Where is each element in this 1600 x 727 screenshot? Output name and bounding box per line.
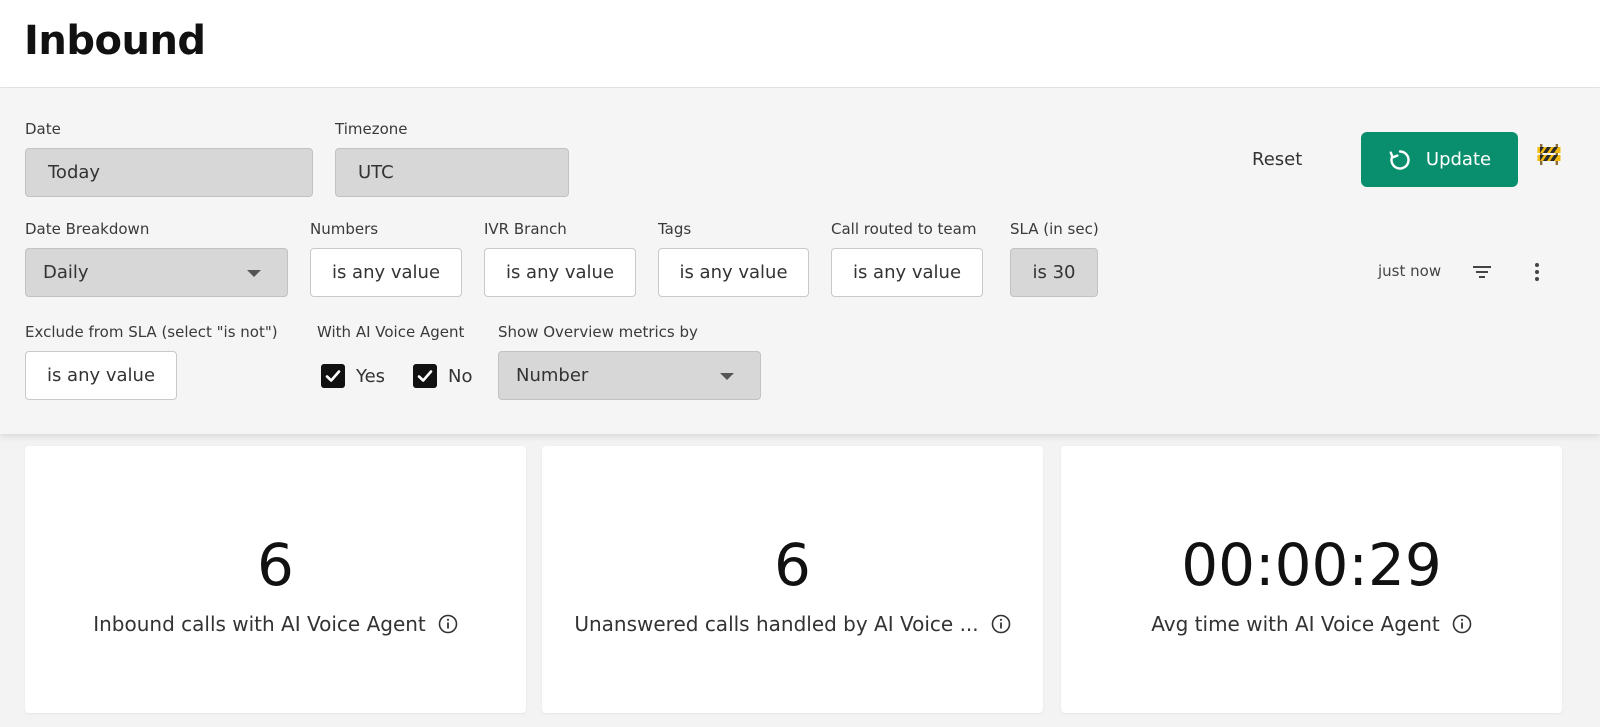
- metric-card-inbound-calls: 6 Inbound calls with AI Voice Agent: [25, 446, 526, 713]
- vertical-dots-icon[interactable]: [1525, 260, 1549, 284]
- metric-card-unanswered-calls: 6 Unanswered calls handled by AI Voice .…: [542, 446, 1043, 713]
- info-circle-icon[interactable]: [438, 614, 458, 634]
- last-updated-text: just now: [1378, 262, 1442, 280]
- refresh-icon: [1389, 149, 1410, 170]
- ai-voice-agent-label: With AI Voice Agent: [317, 323, 465, 341]
- date-breakdown-value: Daily: [43, 262, 89, 283]
- exclude-sla-filter[interactable]: is any value: [25, 351, 177, 400]
- ivr-branch-filter[interactable]: is any value: [484, 248, 636, 297]
- caret-down-icon: [720, 372, 734, 380]
- metric-label: Inbound calls with AI Voice Agent: [93, 612, 426, 636]
- metric-value: 00:00:29: [1181, 531, 1442, 599]
- tags-filter[interactable]: is any value: [658, 248, 809, 297]
- page-header: Inbound: [0, 0, 1600, 88]
- call-routed-filter[interactable]: is any value: [831, 248, 983, 297]
- update-label: Update: [1425, 149, 1492, 170]
- info-circle-icon[interactable]: [1452, 614, 1472, 634]
- filter-lines-icon[interactable]: [1470, 260, 1494, 284]
- numbers-filter[interactable]: is any value: [310, 248, 462, 297]
- metric-value: 6: [257, 531, 294, 599]
- ivr-branch-label: IVR Branch: [484, 220, 567, 238]
- call-routed-label: Call routed to team: [831, 220, 977, 238]
- date-select[interactable]: Today: [25, 148, 313, 197]
- tags-label: Tags: [658, 220, 692, 238]
- ai-voice-agent-yes-label: Yes: [356, 365, 386, 387]
- exclude-sla-label: Exclude from SLA (select "is not"): [25, 323, 278, 341]
- timezone-label: Timezone: [335, 120, 408, 138]
- ai-voice-agent-no-checkbox[interactable]: No: [413, 364, 472, 388]
- checkmark-icon: [321, 364, 345, 388]
- info-circle-icon[interactable]: [991, 614, 1011, 634]
- ai-voice-agent-yes-checkbox[interactable]: Yes: [321, 364, 385, 388]
- caret-down-icon: [247, 269, 261, 277]
- date-breakdown-select[interactable]: Daily: [25, 248, 288, 297]
- metric-label-row: Avg time with AI Voice Agent: [1077, 612, 1546, 636]
- checkmark-icon: [413, 364, 437, 388]
- date-label: Date: [25, 120, 61, 138]
- reset-button[interactable]: Reset: [1252, 144, 1302, 174]
- metric-value: 6: [774, 531, 811, 599]
- update-button[interactable]: Update: [1361, 132, 1518, 187]
- construction-barrier-icon: [1537, 144, 1561, 165]
- metric-label: Avg time with AI Voice Agent: [1151, 612, 1440, 636]
- overview-metrics-select[interactable]: Number: [498, 351, 761, 400]
- date-breakdown-label: Date Breakdown: [25, 220, 150, 238]
- numbers-label: Numbers: [310, 220, 379, 238]
- page-title: Inbound: [24, 18, 206, 64]
- timezone-value: UTC: [358, 162, 394, 183]
- metric-label-row: Inbound calls with AI Voice Agent: [41, 612, 510, 636]
- metric-card-avg-time: 00:00:29 Avg time with AI Voice Agent: [1061, 446, 1562, 713]
- ai-voice-agent-no-label: No: [448, 365, 473, 387]
- overview-metrics-label: Show Overview metrics by: [498, 323, 698, 341]
- timezone-select[interactable]: UTC: [335, 148, 569, 197]
- sla-label: SLA (in sec): [1010, 220, 1099, 238]
- overview-metrics-value: Number: [516, 365, 589, 386]
- metric-label: Unanswered calls handled by AI Voice ...: [574, 612, 979, 636]
- date-value: Today: [48, 162, 101, 183]
- sla-filter[interactable]: is 30: [1010, 248, 1098, 297]
- metric-label-row: Unanswered calls handled by AI Voice ...: [558, 612, 1027, 636]
- filter-panel: Date Today Timezone UTC Reset Update Dat…: [0, 88, 1600, 434]
